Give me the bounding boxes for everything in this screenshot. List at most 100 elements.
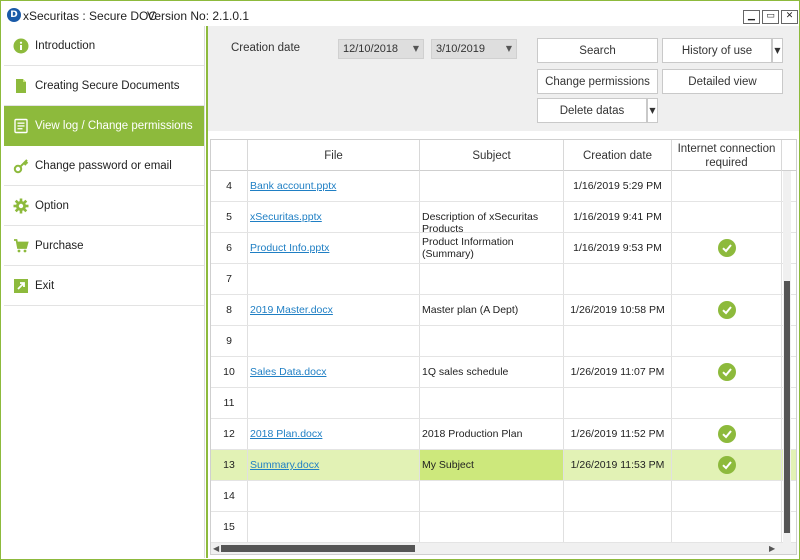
file-link[interactable]: xSecuritas.pptx [250, 211, 322, 223]
checkmark-icon [717, 301, 736, 319]
key-icon [13, 158, 29, 174]
internet-required-cell [672, 202, 782, 232]
file-link[interactable]: Summary.docx [250, 459, 319, 471]
history-dropdown-icon[interactable]: ▼ [772, 38, 783, 63]
table-row[interactable]: 11 [211, 388, 796, 419]
checkmark-icon [717, 456, 736, 474]
horizontal-scrollbar[interactable]: ◀ ▶ [211, 543, 796, 554]
creation-date-cell: 1/16/2019 5:29 PM [564, 171, 672, 201]
table-row[interactable]: 9 [211, 326, 796, 357]
internet-required-cell [672, 512, 782, 542]
creation-date-label: Creation date [231, 42, 301, 54]
creation-date-cell [564, 264, 672, 294]
minimize-button[interactable]: ▁ [743, 10, 760, 24]
date-from-select[interactable]: 12/10/2018 ▼ [338, 39, 424, 59]
row-number: 4 [211, 171, 248, 201]
subject-cell [420, 481, 564, 511]
delete-dropdown-icon[interactable]: ▼ [647, 98, 658, 123]
log-table: File Subject Creation date Internet conn… [210, 139, 797, 555]
file-cell: Product Info.pptx [248, 233, 420, 263]
log-icon [13, 118, 29, 134]
row-number: 15 [211, 512, 248, 542]
detailed-view-button[interactable]: Detailed view [662, 69, 783, 94]
file-cell: Bank account.pptx [248, 171, 420, 201]
creation-date-cell: 1/26/2019 10:58 PM [564, 295, 672, 325]
info-icon [13, 38, 29, 54]
date-to-select[interactable]: 3/10/2019 ▼ [431, 39, 517, 59]
header-subject[interactable]: Subject [420, 140, 564, 171]
table-row[interactable]: 4 Bank account.pptx 1/16/2019 5:29 PM [211, 171, 796, 202]
filter-panel: Creation date 12/10/2018 ▼ 3/10/2019 ▼ S… [208, 26, 799, 131]
close-button[interactable]: ✕ [781, 10, 798, 24]
header-internet-required[interactable]: Internet connection required [672, 140, 782, 171]
table-row[interactable]: 13 Summary.docx My Subject 1/26/2019 11:53 … [211, 450, 796, 481]
horizontal-scroll-thumb[interactable] [221, 545, 415, 552]
checkmark-icon [717, 425, 736, 443]
document-icon [13, 78, 29, 94]
table-row[interactable]: 15 [211, 512, 796, 543]
scroll-right-icon[interactable]: ▶ [769, 543, 775, 554]
search-button[interactable]: Search [537, 38, 658, 63]
file-link[interactable]: 2018 Plan.docx [250, 428, 322, 440]
cart-icon [13, 238, 29, 254]
exit-icon [13, 278, 29, 294]
file-link[interactable]: Bank account.pptx [250, 180, 336, 192]
delete-datas-button[interactable]: Delete datas [537, 98, 647, 123]
scroll-left-icon[interactable]: ◀ [213, 543, 219, 554]
row-number: 5 [211, 202, 248, 232]
row-number: 10 [211, 357, 248, 387]
row-number: 11 [211, 388, 248, 418]
table-row[interactable]: 7 [211, 264, 796, 295]
sidebar-item-creating-secure-documents[interactable]: Creating Secure Documents [4, 66, 204, 106]
file-cell: xSecuritas.pptx [248, 202, 420, 232]
sidebar-item-label: Introduction [35, 39, 96, 52]
internet-required-cell [672, 171, 782, 201]
header-creation-date[interactable]: Creation date [564, 140, 672, 171]
file-cell: 2018 Plan.docx [248, 419, 420, 449]
table-row[interactable]: 10 Sales Data.docx 1Q sales schedule 1/26/2… [211, 357, 796, 388]
file-link[interactable]: Product Info.pptx [250, 242, 329, 254]
subject-cell: Product Information (Summary) [420, 233, 564, 263]
internet-required-cell [672, 295, 782, 325]
creation-date-cell: 1/16/2019 9:53 PM [564, 233, 672, 263]
sidebar-item-exit[interactable]: Exit [4, 266, 204, 306]
sidebar-item-label: Change password or email [35, 159, 172, 172]
file-link[interactable]: 2019 Master.docx [250, 304, 333, 316]
header-file[interactable]: File [248, 140, 420, 171]
sidebar-item-view-log[interactable]: View log / Change permissions [4, 106, 204, 146]
change-permissions-button[interactable]: Change permissions [537, 69, 658, 94]
subject-cell [420, 512, 564, 542]
sidebar-item-option[interactable]: Option [4, 186, 204, 226]
file-cell: Sales Data.docx [248, 357, 420, 387]
history-of-use-button[interactable]: History of use [662, 38, 772, 63]
file-cell [248, 481, 420, 511]
subject-cell: 2018 Production Plan [420, 419, 564, 449]
table-row[interactable]: 8 2019 Master.docx Master plan (A Dept) 1/2… [211, 295, 796, 326]
vertical-scroll-thumb[interactable] [784, 281, 790, 533]
row-number: 7 [211, 264, 248, 294]
table-row[interactable]: 12 2018 Plan.docx 2018 Production Plan 1/26… [211, 419, 796, 450]
file-link[interactable]: Sales Data.docx [250, 366, 326, 378]
table-row[interactable]: 6 Product Info.pptx Product Information (S… [211, 233, 796, 264]
sidebar-item-label: Purchase [35, 239, 84, 252]
dropdown-arrow-icon: ▼ [505, 44, 512, 53]
sidebar-item-label: Creating Secure Documents [35, 79, 180, 92]
sidebar-item-label: View log / Change permissions [35, 119, 193, 132]
vertical-scrollbar[interactable] [783, 171, 791, 543]
maximize-button[interactable]: ▭ [762, 10, 779, 24]
internet-required-cell [672, 357, 782, 387]
table-row[interactable]: 14 [211, 481, 796, 512]
creation-date-cell: 1/26/2019 11:07 PM [564, 357, 672, 387]
sidebar-item-purchase[interactable]: Purchase [4, 226, 204, 266]
sidebar-item-introduction[interactable]: Introduction [4, 26, 204, 66]
creation-date-cell: 1/16/2019 9:41 PM [564, 202, 672, 232]
gear-icon [13, 198, 29, 214]
internet-required-cell [672, 419, 782, 449]
app-logo-icon: D [7, 8, 21, 22]
checkmark-icon [717, 239, 736, 257]
dropdown-arrow-icon: ▼ [412, 44, 419, 53]
table-row[interactable]: 5 xSecuritas.pptx Description of xSecurita… [211, 202, 796, 233]
sidebar-item-change-password[interactable]: Change password or email [4, 146, 204, 186]
row-number: 12 [211, 419, 248, 449]
window-title: xSecuritas : Secure DOC [23, 9, 158, 23]
